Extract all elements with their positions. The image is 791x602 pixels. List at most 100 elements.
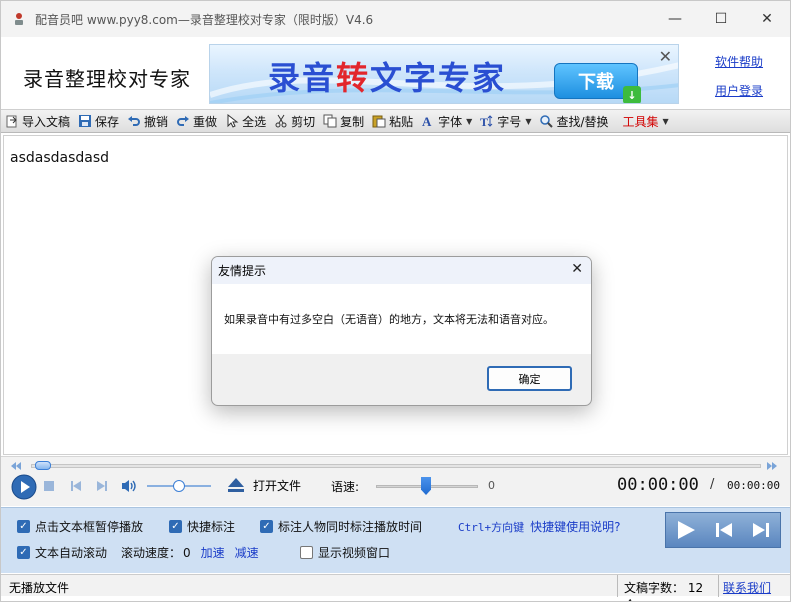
scroll-speed: 滚动速度： 0 加速 减速: [121, 544, 259, 561]
banner-title: 录音整理校对专家: [23, 67, 191, 91]
redo-icon: [177, 116, 190, 126]
editor-content: asdasdasdasd: [10, 150, 110, 166]
dialog-footer: 确定: [212, 354, 591, 405]
import-document-button[interactable]: 导入文稿: [1, 110, 74, 132]
font-size-icon: T: [480, 115, 493, 128]
seek-forward-icon[interactable]: [765, 461, 779, 471]
play-icon: [11, 474, 37, 500]
quick-mark-option[interactable]: ✓ 快捷标注: [169, 518, 235, 535]
seek-back-icon[interactable]: [9, 461, 23, 471]
select-all-button[interactable]: 全选: [221, 110, 270, 132]
open-file-button-icon[interactable]: [227, 476, 245, 494]
volume-button[interactable]: [121, 478, 137, 494]
redo-button[interactable]: 重做: [172, 110, 221, 132]
status-bar: 无播放文件 文稿字数： 12 个 联系我们: [1, 574, 790, 601]
big-skip-back-icon[interactable]: [714, 520, 734, 540]
ad-banner[interactable]: 录音转文字专家 下载 ↓ ✕: [209, 44, 679, 104]
svg-text:A: A: [422, 114, 432, 128]
options-panel: ✓ 点击文本框暂停播放 ✓ 快捷标注 ✓ 标注人物同时标注播放时间 Ctrl+方…: [1, 507, 790, 573]
download-arrow-icon: ↓: [623, 86, 641, 103]
time-separator: /: [710, 477, 715, 492]
big-playback-controls: [665, 512, 781, 548]
speed-value: 0: [488, 479, 495, 492]
import-icon: [6, 115, 17, 128]
ad-close-icon[interactable]: ✕: [659, 47, 672, 66]
checkbox-unchecked-icon[interactable]: [300, 546, 313, 559]
stop-button[interactable]: [43, 480, 55, 492]
user-login-link[interactable]: 用户登录: [715, 82, 763, 99]
skip-back-icon: [71, 481, 81, 491]
ad-headline: 录音转文字专家: [268, 59, 507, 97]
playback-progress-track[interactable]: [31, 464, 761, 468]
svg-text:T: T: [480, 115, 488, 128]
undo-button[interactable]: 撤销: [123, 110, 172, 132]
cut-button[interactable]: 剪切: [270, 110, 319, 132]
cut-icon: [275, 114, 287, 128]
skip-forward-icon: [97, 481, 107, 491]
font-button[interactable]: A 字体 ▼: [417, 110, 476, 132]
next-button[interactable]: [95, 479, 109, 493]
current-time: 00:00:00: [617, 475, 699, 495]
total-time: 00:00:00: [727, 479, 780, 492]
checkbox-checked-icon[interactable]: ✓: [17, 546, 30, 559]
font-size-button[interactable]: T 字号 ▼: [476, 110, 535, 132]
banner: 录音整理校对专家 录音转文字专家 下载 ↓ ✕ 软件帮助 用户登录: [1, 37, 790, 109]
paste-icon: [372, 115, 386, 128]
big-skip-forward-icon[interactable]: [751, 520, 771, 540]
paste-button[interactable]: 粘贴: [368, 110, 417, 132]
previous-button[interactable]: [69, 479, 83, 493]
playback-progress-thumb[interactable]: [35, 461, 51, 470]
dialog-title: 友情提示: [218, 264, 267, 278]
chevron-down-icon: ▼: [466, 116, 473, 126]
play-button[interactable]: [11, 474, 37, 500]
word-count: 文稿字数： 12 个: [617, 575, 719, 601]
toolset-menu[interactable]: 工具集 ▼: [619, 110, 673, 132]
dialog-message-area: 如果录音中有过多空白（无语音）的地方，文本将无法和语音对应。: [212, 284, 591, 354]
speed-slider-thumb[interactable]: [421, 477, 431, 495]
copy-button[interactable]: 复制: [319, 110, 368, 132]
ok-button[interactable]: 确定: [487, 366, 572, 391]
notice-dialog: 友情提示 ✕ 如果录音中有过多空白（无语音）的地方，文本将无法和语音对应。 确定: [211, 256, 592, 406]
dialog-close-icon[interactable]: ✕: [571, 261, 583, 277]
checkbox-checked-icon[interactable]: ✓: [169, 520, 182, 533]
font-icon: A: [422, 114, 432, 128]
ad-download-button[interactable]: 下载 ↓: [554, 63, 641, 103]
copy-icon: [323, 114, 337, 128]
checkbox-checked-icon[interactable]: ✓: [260, 520, 273, 533]
title-bar: 配音员吧 www.pyy8.com—录音整理校对专家（限时版）V4.6 — ☐ …: [1, 1, 790, 37]
shortcut-help[interactable]: Ctrl+方向键 快捷键使用说明?: [458, 518, 621, 535]
speed-label: 语速:: [331, 480, 360, 494]
volume-thumb[interactable]: [173, 480, 185, 492]
speed-up-link[interactable]: 加速: [201, 544, 225, 561]
software-help-link[interactable]: 软件帮助: [715, 53, 763, 70]
mark-person-time-option[interactable]: ✓ 标注人物同时标注播放时间: [260, 518, 422, 535]
show-video-option[interactable]: 显示视频窗口: [300, 544, 390, 561]
auto-scroll-option[interactable]: ✓ 文本自动滚动: [17, 544, 107, 561]
slow-down-link[interactable]: 减速: [235, 544, 259, 561]
checkbox-checked-icon[interactable]: ✓: [17, 520, 30, 533]
chevron-down-icon: ▼: [525, 116, 532, 126]
find-icon: [540, 115, 554, 128]
shortcut-keys: Ctrl+方向键: [458, 520, 525, 534]
contact-us-link[interactable]: 联系我们: [723, 579, 771, 596]
speaker-icon: [122, 480, 136, 492]
undo-icon: [128, 116, 140, 126]
close-button[interactable]: ✕: [744, 1, 790, 37]
minimize-button[interactable]: —: [652, 1, 698, 37]
save-button[interactable]: 保存: [74, 110, 123, 132]
big-play-icon[interactable]: [675, 519, 697, 541]
maximize-button[interactable]: ☐: [698, 1, 744, 37]
eject-icon: [228, 478, 244, 492]
window-title: 配音员吧 www.pyy8.com—录音整理校对专家（限时版）V4.6: [35, 12, 374, 27]
pause-on-click-option[interactable]: ✓ 点击文本框暂停播放: [17, 518, 143, 535]
stop-icon: [44, 481, 54, 491]
shortcut-help-link[interactable]: 快捷键使用说明?: [530, 518, 620, 535]
open-file-button[interactable]: 打开文件: [253, 477, 301, 494]
app-window: 配音员吧 www.pyy8.com—录音整理校对专家（限时版）V4.6 — ☐ …: [0, 0, 791, 602]
save-icon: [79, 115, 92, 127]
dialog-message: 如果录音中有过多空白（无语音）的地方，文本将无法和语音对应。: [224, 313, 554, 326]
dialog-titlebar: 友情提示 ✕: [212, 257, 591, 284]
find-replace-button[interactable]: 查找/替换: [535, 110, 612, 132]
select-all-icon: [227, 114, 239, 128]
chevron-down-icon: ▼: [662, 116, 669, 126]
